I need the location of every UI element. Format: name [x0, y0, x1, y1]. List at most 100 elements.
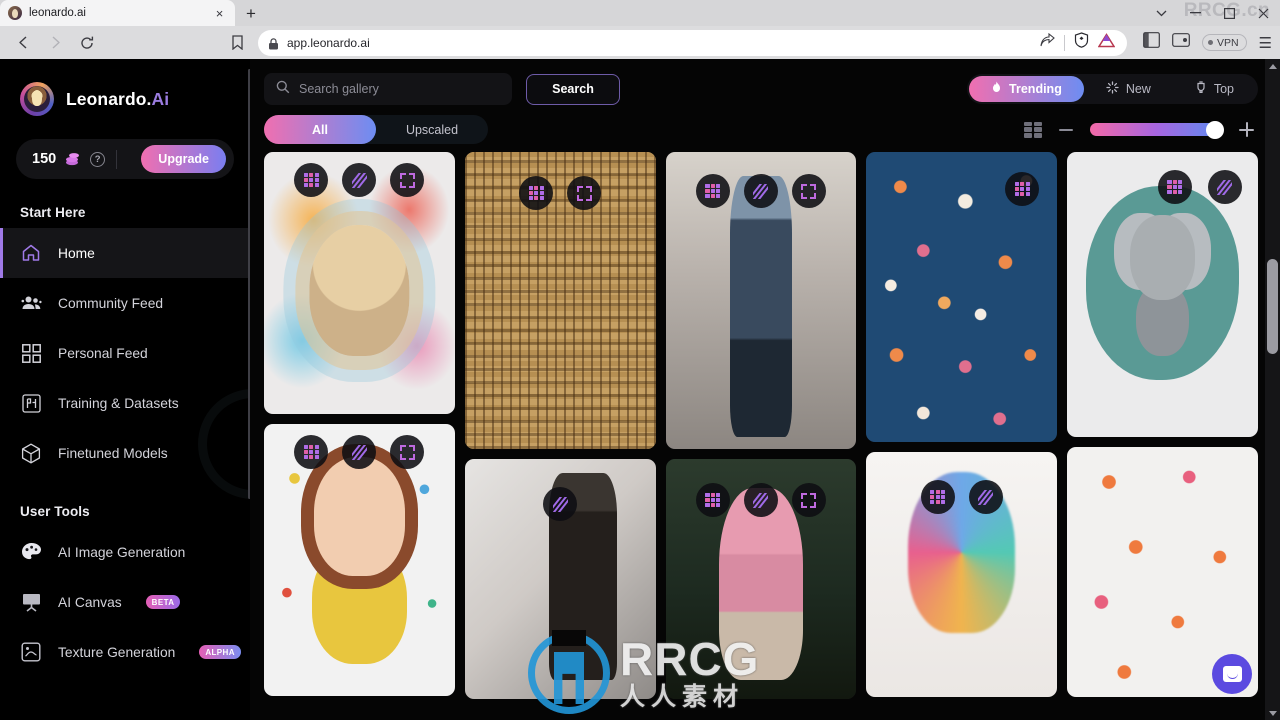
intercom-chat-button[interactable] [1212, 654, 1252, 694]
reload-icon[interactable] [72, 29, 102, 57]
upscale-button[interactable] [1005, 172, 1040, 206]
share-icon[interactable] [1040, 32, 1055, 53]
card-actions [666, 174, 857, 208]
expand-button[interactable] [390, 163, 425, 197]
diagonal-lines-icon [351, 444, 367, 460]
sidebar-item-label: Personal Feed [58, 345, 148, 361]
sidebar-item-ai-image-generation[interactable]: AI Image Generation [0, 527, 250, 577]
grid-squares-icon [20, 342, 42, 364]
sidebar-item-home[interactable]: Home [0, 228, 250, 278]
texture-cube-icon [20, 641, 42, 663]
diagonal-lines-icon [978, 489, 994, 505]
tab-trending[interactable]: Trending [969, 76, 1084, 102]
scrollbar-thumb[interactable] [1267, 259, 1278, 354]
tab-all[interactable]: All [264, 115, 376, 144]
upgrade-button[interactable]: Upgrade [141, 145, 226, 173]
zoom-controls [1024, 120, 1258, 139]
pixelate-upscale-icon [1014, 181, 1030, 197]
coins-icon [65, 152, 81, 166]
main-content: Search gallery Search Trending New Top A… [250, 59, 1280, 720]
tab-top[interactable]: Top [1173, 76, 1256, 102]
variations-button[interactable] [342, 163, 377, 197]
slider-handle[interactable] [1206, 120, 1224, 139]
sidebar-item-personal-feed[interactable]: Personal Feed [0, 328, 250, 378]
new-tab-button[interactable]: + [238, 2, 264, 26]
tab-search-dropdown-icon[interactable] [1144, 0, 1178, 26]
vpn-status-badge[interactable]: VPN [1201, 34, 1247, 51]
expand-fullscreen-icon [801, 492, 817, 508]
address-bar[interactable]: app.leonardo.ai [258, 29, 1127, 56]
gallery-card-rainbow-hair-portrait[interactable] [866, 452, 1058, 697]
upscale-button[interactable] [695, 174, 730, 208]
gallery-card-floral-pattern-blue[interactable] [866, 152, 1058, 442]
gallery-card-blue-haired-warrior-woman[interactable] [665, 152, 857, 449]
wallet-icon[interactable] [1172, 32, 1190, 53]
sidebar-item-training-datasets[interactable]: Training & Datasets [0, 378, 250, 428]
browser-tab[interactable]: leonardo.ai × [0, 0, 235, 26]
question-mark-icon[interactable]: ? [90, 151, 106, 167]
layout-grid-icon[interactable] [1024, 121, 1042, 138]
expand-button[interactable] [791, 174, 826, 208]
variations-button[interactable] [968, 480, 1003, 514]
expand-button[interactable] [390, 435, 425, 469]
scroll-down-arrow-icon[interactable] [1265, 706, 1280, 720]
cube-icon [20, 442, 42, 464]
search-input[interactable]: Search gallery [264, 73, 512, 105]
sidebar-item-finetuned-models[interactable]: Finetuned Models [0, 428, 250, 478]
brave-shield-icon[interactable] [1074, 32, 1089, 53]
tab-new[interactable]: New [1084, 76, 1173, 102]
upscale-button[interactable] [294, 435, 329, 469]
browser-menu-icon[interactable]: ☰ [1259, 34, 1272, 52]
sort-tabs: Trending New Top [967, 74, 1258, 104]
variations-button[interactable] [342, 435, 377, 469]
expand-fullscreen-icon [399, 172, 415, 188]
divider [116, 149, 118, 169]
minimize-icon[interactable] [1178, 0, 1212, 26]
browser-window: leonardo.ai × + RRCG.cn app.leonardo.ai … [0, 0, 1280, 720]
upscale-button[interactable] [1157, 170, 1192, 204]
variations-button[interactable] [743, 174, 778, 208]
variations-button[interactable] [743, 483, 778, 517]
expand-button[interactable] [791, 483, 826, 517]
gallery-card-watercolor-lion-sunglasses[interactable] [264, 152, 455, 414]
sidebar-item-community-feed[interactable]: Community Feed [0, 278, 250, 328]
variations-button[interactable] [543, 487, 578, 521]
maximize-icon[interactable] [1212, 0, 1246, 26]
pixelate-upscale-icon [528, 185, 544, 201]
gallery-card-egyptian-hieroglyphics[interactable] [464, 152, 656, 449]
sidebar-item-label: Home [58, 245, 95, 261]
upscale-button[interactable] [920, 480, 955, 514]
sidebar-item-texture-generation[interactable]: Texture Generation ALPHA [0, 627, 250, 677]
zoom-slider[interactable] [1090, 120, 1224, 139]
variations-button[interactable] [1207, 170, 1242, 204]
expand-fullscreen-icon [399, 444, 415, 460]
tab-close-icon[interactable]: × [212, 6, 227, 21]
upscale-button[interactable] [695, 483, 730, 517]
sidebar-item-label: Training & Datasets [58, 395, 179, 411]
close-window-icon[interactable] [1246, 0, 1280, 26]
back-icon[interactable] [8, 29, 38, 57]
search-button[interactable]: Search [526, 73, 620, 105]
upscale-button[interactable] [519, 176, 554, 210]
tab-favicon-icon [8, 6, 22, 20]
training-icon [20, 392, 42, 414]
gallery-card-dark-warrior-character-sheet[interactable] [464, 459, 656, 699]
sidebar-toggle-icon[interactable] [1143, 32, 1160, 53]
gallery-card-pink-haired-fantasy-woman[interactable] [665, 459, 857, 699]
bookmark-icon[interactable] [222, 29, 252, 57]
gallery-column [1067, 152, 1258, 699]
upscale-button[interactable] [294, 163, 329, 197]
page-scrollbar[interactable] [1265, 59, 1280, 720]
zoom-out-button[interactable] [1059, 128, 1073, 131]
brand-header[interactable]: Leonardo.Ai [0, 77, 250, 121]
expand-button[interactable] [567, 176, 602, 210]
toolbar-row-top: Search gallery Search Trending New Top [264, 73, 1258, 105]
tab-upscaled[interactable]: Upscaled [376, 115, 488, 144]
leonardo-triangle-icon[interactable] [1097, 32, 1116, 53]
gallery-card-koala-riding-bicycle[interactable] [1067, 152, 1258, 437]
gallery-card-colorful-anime-girl-glasses[interactable] [264, 424, 455, 696]
sidebar-item-label: Texture Generation [58, 644, 176, 660]
zoom-in-button[interactable] [1239, 122, 1254, 137]
scroll-up-arrow-icon[interactable] [1265, 59, 1280, 73]
sidebar-item-ai-canvas[interactable]: AI Canvas BETA [0, 577, 250, 627]
